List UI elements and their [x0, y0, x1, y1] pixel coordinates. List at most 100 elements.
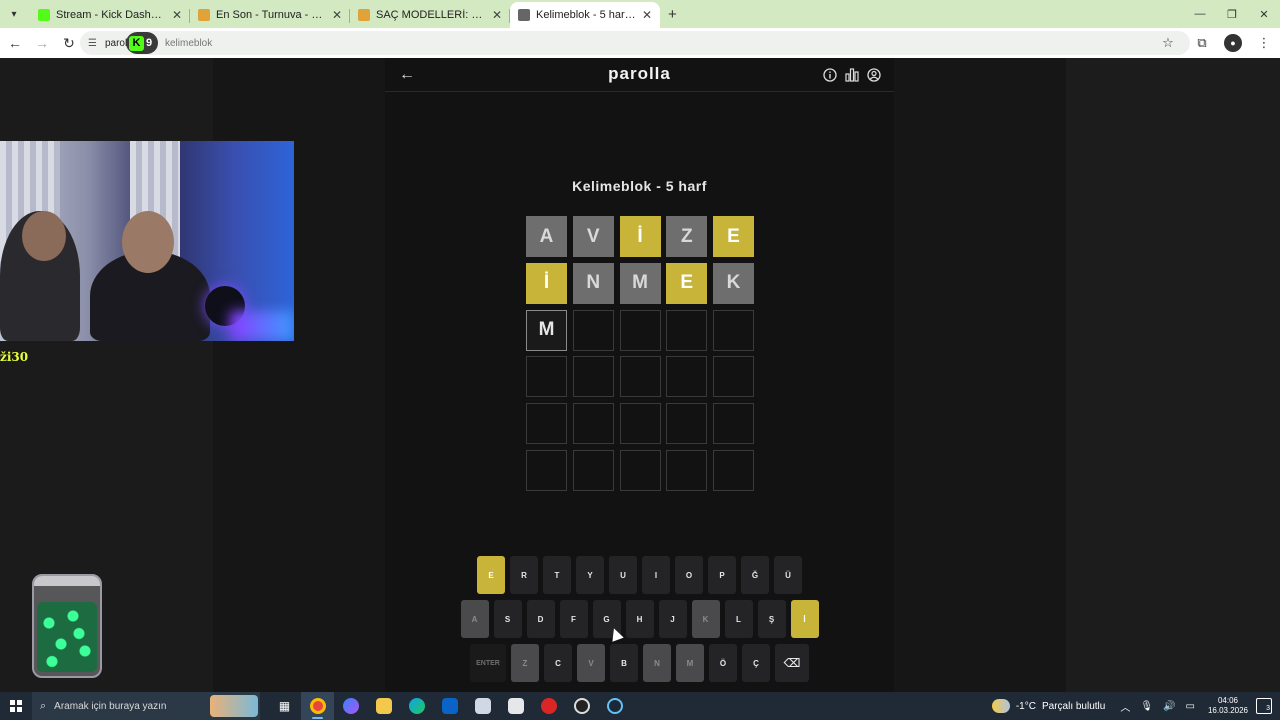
kick-logo-icon: K	[129, 35, 144, 51]
account-icon[interactable]	[866, 67, 882, 83]
tab-search-menu-icon[interactable]: ▾	[4, 4, 24, 24]
keyboard-key[interactable]: Z	[511, 644, 539, 682]
game-header: ← parolla	[385, 58, 894, 92]
keyboard-key[interactable]: E	[477, 556, 505, 594]
tab-close-icon[interactable]: ✕	[172, 8, 182, 22]
keyboard-key[interactable]: S	[493, 600, 522, 638]
back-icon[interactable]: ←	[3, 31, 27, 55]
keyboard-key[interactable]: O	[675, 556, 703, 594]
keyboard-key[interactable]: F	[559, 600, 588, 638]
profile-avatar[interactable]: ●	[1224, 34, 1242, 52]
obs-icon[interactable]	[565, 692, 598, 720]
network-icon[interactable]: ▭	[1186, 701, 1195, 712]
keyboard-key[interactable]: P	[708, 556, 736, 594]
keyboard-key[interactable]: C	[544, 644, 572, 682]
browser-tab[interactable]: En Son - Turnuva - Quizei ✕	[190, 2, 350, 28]
browser-tab[interactable]: SAÇ MODELLERİ: Geçmişten Gü ✕	[350, 2, 510, 28]
browser-tab[interactable]: Stream - Kick Dashboard ✕	[30, 2, 190, 28]
keyboard-row: ENTER Z C V B N M Ö Ç ⌫	[385, 644, 894, 682]
recorder-icon[interactable]	[532, 692, 565, 720]
steam-icon[interactable]	[598, 692, 631, 720]
taskbar-search[interactable]: ⌕ Aramak için buraya yazın	[32, 692, 260, 720]
keyboard-key[interactable]: Ğ	[741, 556, 769, 594]
forward-icon[interactable]: →	[30, 31, 54, 55]
address-bar[interactable]: ☰ parolla kelimeblok K 9	[80, 31, 1190, 55]
backspace-key[interactable]: ⌫	[775, 644, 809, 682]
copilot-icon[interactable]	[334, 692, 367, 720]
keyboard-key[interactable]: T	[543, 556, 571, 594]
store-icon[interactable]	[499, 692, 532, 720]
bookmark-star-icon[interactable]: ☆	[1156, 31, 1180, 55]
site-logo[interactable]: parolla	[385, 64, 894, 84]
tab-strip: Stream - Kick Dashboard✕En Son - Turnuva…	[30, 0, 660, 28]
file-explorer-icon[interactable]	[367, 692, 400, 720]
extensions-icon[interactable]: ⧉	[1190, 31, 1214, 55]
keyboard-key[interactable]: R	[510, 556, 538, 594]
task-view-icon[interactable]: ▦	[268, 692, 301, 720]
keyboard-key[interactable]: İ	[790, 600, 819, 638]
tab-favicon-icon	[358, 9, 370, 21]
keyboard-key[interactable]: Ş	[757, 600, 786, 638]
reload-icon[interactable]: ↻	[57, 31, 81, 55]
address-path: kelimeblok	[165, 37, 213, 49]
keyboard-key[interactable]: I	[642, 556, 670, 594]
start-button[interactable]	[0, 692, 32, 720]
restore-icon[interactable]: ❐	[1216, 0, 1248, 28]
tab-close-icon[interactable]: ✕	[642, 8, 652, 22]
board-tile	[572, 356, 614, 398]
keyboard-key[interactable]: J	[658, 600, 687, 638]
weather-icon[interactable]	[991, 699, 1010, 713]
keyboard-key[interactable]: N	[643, 644, 671, 682]
stats-icon[interactable]	[844, 67, 860, 83]
board-tile	[713, 309, 754, 351]
volume-icon[interactable]: 🔊	[1163, 701, 1175, 712]
board-tile: K	[713, 262, 754, 304]
donation-jar-widget	[32, 574, 102, 678]
rgb-light	[230, 311, 294, 341]
app-icon[interactable]	[466, 692, 499, 720]
board-tile: İ	[619, 216, 661, 257]
tray-chevron-icon[interactable]: ︿	[1120, 699, 1130, 714]
notifications-icon[interactable]: 3	[1256, 698, 1272, 714]
keyboard-key[interactable]: M	[676, 644, 704, 682]
microphone-icon[interactable]: 🎙	[1140, 701, 1153, 712]
browser-tabbar: ▾ Stream - Kick Dashboard✕En Son - Turnu…	[0, 0, 1280, 28]
enter-key[interactable]: ENTER	[470, 644, 506, 682]
keyboard-key[interactable]: B	[610, 644, 638, 682]
tab-close-icon[interactable]: ✕	[492, 8, 502, 22]
board-tile: V	[572, 216, 614, 257]
keyboard-key[interactable]: D	[526, 600, 555, 638]
search-highlight-image	[210, 695, 258, 717]
tab-close-icon[interactable]: ✕	[332, 8, 342, 22]
site-settings-icon[interactable]: ☰	[88, 38, 97, 49]
search-icon: ⌕	[40, 699, 47, 712]
browser-toolbar: ← → ↻ ☰ parolla kelimeblok K 9 ☆ ⧉ ● ⋮	[0, 28, 1280, 58]
keyboard-key[interactable]: A	[460, 600, 489, 638]
keyboard-key[interactable]: Ç	[742, 644, 770, 682]
webcam-overlay	[0, 141, 294, 341]
keyboard-key[interactable]: L	[724, 600, 753, 638]
clock[interactable]: 04:06 16.03.2026	[1208, 696, 1248, 716]
keyboard-key[interactable]: U	[609, 556, 637, 594]
keyboard-key[interactable]: Ö	[709, 644, 737, 682]
outlook-icon[interactable]	[433, 692, 466, 720]
info-icon[interactable]	[822, 67, 838, 83]
keyboard-key[interactable]: Ü	[774, 556, 802, 594]
board-tile	[713, 356, 754, 398]
board-tile	[572, 449, 614, 491]
keyboard-key[interactable]: K	[691, 600, 720, 638]
more-menu-icon[interactable]: ⋮	[1252, 31, 1276, 55]
keyboard-key[interactable]: V	[577, 644, 605, 682]
keyboard-key[interactable]: H	[625, 600, 654, 638]
chrome-icon[interactable]	[301, 692, 334, 720]
person-right-head	[122, 211, 174, 273]
on-screen-keyboard: E R T Y U I O P Ğ Ü A S D F G H J K L Ş İ ENTER Z C V B N M Ö Ç ⌫	[385, 556, 894, 688]
board-tile	[619, 449, 661, 491]
browser-tab[interactable]: Kelimeblok - 5 harf - parolla - K ✕	[510, 2, 660, 28]
close-window-icon[interactable]: ✕	[1248, 0, 1280, 28]
keyboard-key[interactable]: Y	[576, 556, 604, 594]
minimize-icon[interactable]: —	[1184, 0, 1216, 28]
weather-text: Parçalı bulutlu	[1041, 700, 1106, 712]
edge-icon[interactable]	[400, 692, 433, 720]
new-tab-button[interactable]: +	[668, 6, 677, 23]
